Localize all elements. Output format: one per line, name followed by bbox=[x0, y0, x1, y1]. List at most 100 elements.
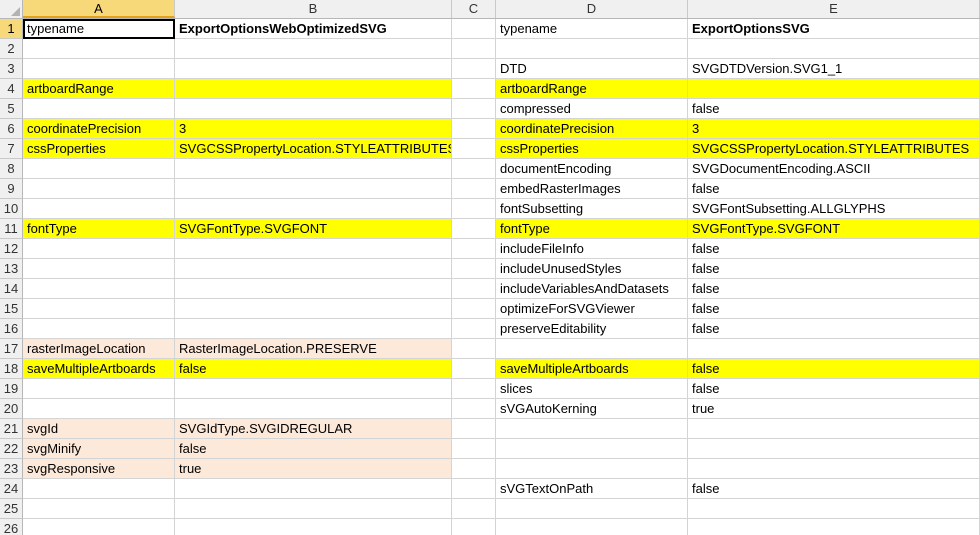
cell-c[interactable] bbox=[452, 299, 496, 319]
cell-e[interactable]: false bbox=[688, 359, 980, 379]
cell-d[interactable] bbox=[496, 339, 688, 359]
column-header-d[interactable]: D bbox=[496, 0, 688, 18]
cell-c[interactable] bbox=[452, 419, 496, 439]
cell-d[interactable]: compressed bbox=[496, 99, 688, 119]
row-header[interactable]: 5 bbox=[0, 99, 23, 119]
row-header[interactable]: 20 bbox=[0, 399, 23, 419]
cell-b[interactable]: false bbox=[175, 439, 452, 459]
cell-e[interactable] bbox=[688, 339, 980, 359]
row-header[interactable]: 10 bbox=[0, 199, 23, 219]
cell-b[interactable] bbox=[175, 259, 452, 279]
cell-a[interactable] bbox=[23, 239, 175, 259]
cell-d[interactable]: fontType bbox=[496, 219, 688, 239]
row-header[interactable]: 15 bbox=[0, 299, 23, 319]
cell-c[interactable] bbox=[452, 99, 496, 119]
row-header[interactable]: 11 bbox=[0, 219, 23, 239]
cell-e[interactable] bbox=[688, 39, 980, 59]
cell-d[interactable]: preserveEditability bbox=[496, 319, 688, 339]
cell-e[interactable]: false bbox=[688, 379, 980, 399]
cell-c[interactable] bbox=[452, 359, 496, 379]
cell-d[interactable]: saveMultipleArtboards bbox=[496, 359, 688, 379]
cell-e[interactable]: true bbox=[688, 399, 980, 419]
cell-d[interactable]: typename bbox=[496, 19, 688, 39]
row-header[interactable]: 6 bbox=[0, 119, 23, 139]
cell-b[interactable] bbox=[175, 99, 452, 119]
select-all-corner[interactable] bbox=[0, 0, 23, 18]
cell-e[interactable]: false bbox=[688, 239, 980, 259]
cell-a[interactable]: saveMultipleArtboards bbox=[23, 359, 175, 379]
cell-a[interactable]: svgMinify bbox=[23, 439, 175, 459]
cell-e[interactable] bbox=[688, 499, 980, 519]
cell-e[interactable]: false bbox=[688, 279, 980, 299]
cell-e[interactable]: false bbox=[688, 99, 980, 119]
cell-a[interactable] bbox=[23, 519, 175, 535]
cell-a[interactable] bbox=[23, 199, 175, 219]
cell-d[interactable]: artboardRange bbox=[496, 79, 688, 99]
cell-a[interactable] bbox=[23, 159, 175, 179]
row-header[interactable]: 9 bbox=[0, 179, 23, 199]
cell-b[interactable]: 3 bbox=[175, 119, 452, 139]
cell-d[interactable]: coordinatePrecision bbox=[496, 119, 688, 139]
cell-c[interactable] bbox=[452, 139, 496, 159]
cell-a[interactable] bbox=[23, 319, 175, 339]
row-header[interactable]: 22 bbox=[0, 439, 23, 459]
cell-b[interactable] bbox=[175, 379, 452, 399]
cell-b[interactable]: false bbox=[175, 359, 452, 379]
cell-b[interactable] bbox=[175, 499, 452, 519]
cell-c[interactable] bbox=[452, 239, 496, 259]
cell-e[interactable] bbox=[688, 419, 980, 439]
cell-a[interactable] bbox=[23, 399, 175, 419]
cell-a[interactable] bbox=[23, 99, 175, 119]
cell-c[interactable] bbox=[452, 79, 496, 99]
cell-d[interactable] bbox=[496, 419, 688, 439]
cell-c[interactable] bbox=[452, 279, 496, 299]
cell-e[interactable]: false bbox=[688, 319, 980, 339]
cell-b[interactable]: SVGFontType.SVGFONT bbox=[175, 219, 452, 239]
cell-e[interactable]: false bbox=[688, 179, 980, 199]
cell-c[interactable] bbox=[452, 379, 496, 399]
cell-c[interactable] bbox=[452, 199, 496, 219]
cell-d[interactable]: includeVariablesAndDatasets bbox=[496, 279, 688, 299]
cell-c[interactable] bbox=[452, 459, 496, 479]
cell-d[interactable] bbox=[496, 39, 688, 59]
cell-d[interactable] bbox=[496, 459, 688, 479]
cell-c[interactable] bbox=[452, 159, 496, 179]
column-header-b[interactable]: B bbox=[175, 0, 452, 18]
cell-c[interactable] bbox=[452, 19, 496, 39]
cell-b[interactable] bbox=[175, 279, 452, 299]
cell-e[interactable] bbox=[688, 519, 980, 535]
row-header[interactable]: 12 bbox=[0, 239, 23, 259]
cell-d[interactable] bbox=[496, 499, 688, 519]
cell-b[interactable] bbox=[175, 179, 452, 199]
cell-a[interactable] bbox=[23, 279, 175, 299]
cell-a[interactable]: typename bbox=[23, 19, 175, 39]
cell-c[interactable] bbox=[452, 219, 496, 239]
cell-b[interactable] bbox=[175, 239, 452, 259]
cell-a[interactable] bbox=[23, 259, 175, 279]
cell-e[interactable]: 3 bbox=[688, 119, 980, 139]
cell-a[interactable]: artboardRange bbox=[23, 79, 175, 99]
cell-e[interactable] bbox=[688, 459, 980, 479]
cell-e[interactable] bbox=[688, 439, 980, 459]
cell-b[interactable]: ExportOptionsWebOptimizedSVG bbox=[175, 19, 452, 39]
row-header[interactable]: 19 bbox=[0, 379, 23, 399]
cell-a[interactable] bbox=[23, 299, 175, 319]
row-header[interactable]: 13 bbox=[0, 259, 23, 279]
cell-c[interactable] bbox=[452, 59, 496, 79]
row-header[interactable]: 8 bbox=[0, 159, 23, 179]
cell-b[interactable] bbox=[175, 479, 452, 499]
cell-e[interactable]: SVGCSSPropertyLocation.STYLEATTRIBUTES bbox=[688, 139, 980, 159]
cell-e[interactable]: SVGDocumentEncoding.ASCII bbox=[688, 159, 980, 179]
row-header[interactable]: 21 bbox=[0, 419, 23, 439]
cell-c[interactable] bbox=[452, 479, 496, 499]
cell-c[interactable] bbox=[452, 399, 496, 419]
row-header[interactable]: 25 bbox=[0, 499, 23, 519]
cell-d[interactable]: slices bbox=[496, 379, 688, 399]
cell-a[interactable]: coordinatePrecision bbox=[23, 119, 175, 139]
cell-d[interactable]: fontSubsetting bbox=[496, 199, 688, 219]
row-header[interactable]: 4 bbox=[0, 79, 23, 99]
cell-b[interactable] bbox=[175, 519, 452, 535]
cell-b[interactable] bbox=[175, 299, 452, 319]
cell-e[interactable]: false bbox=[688, 259, 980, 279]
cell-b[interactable]: SVGCSSPropertyLocation.STYLEATTRIBUTES bbox=[175, 139, 452, 159]
